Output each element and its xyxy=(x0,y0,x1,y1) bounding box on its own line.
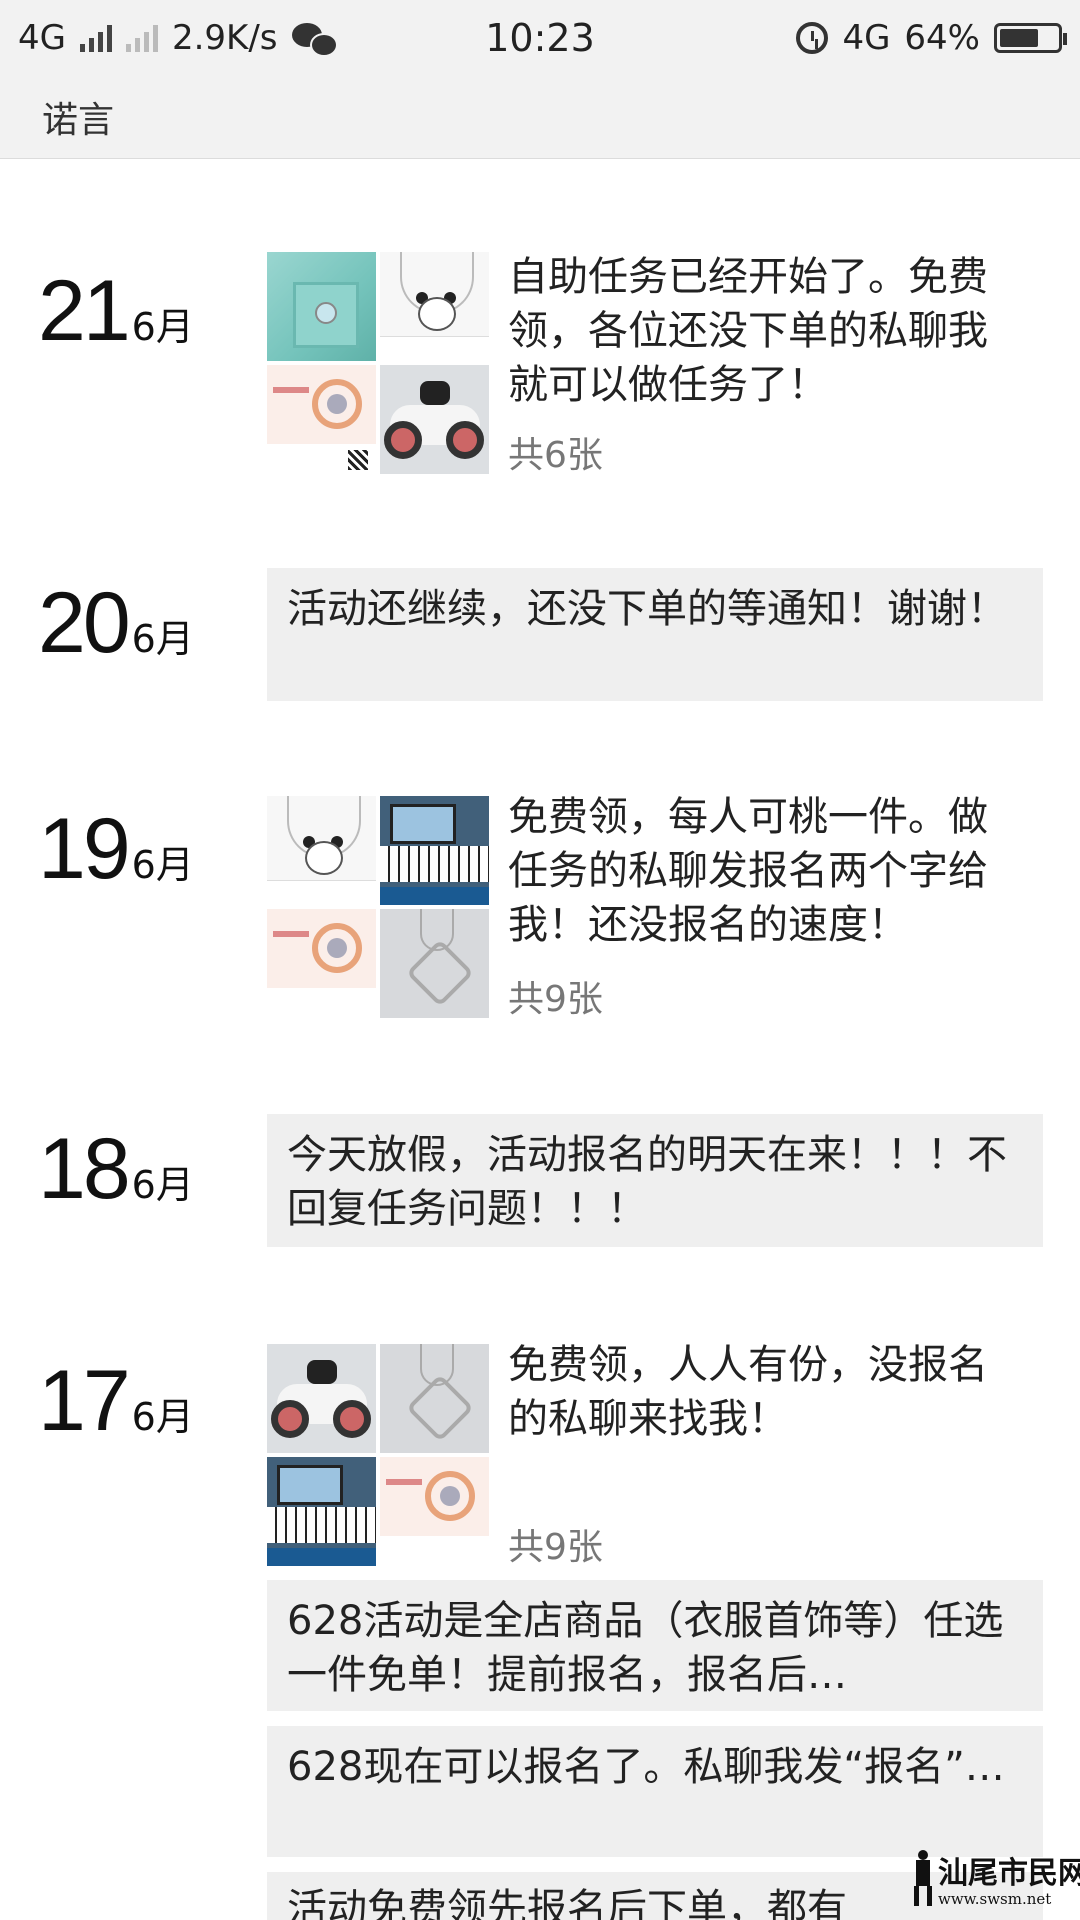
clock: 10:23 xyxy=(485,15,595,60)
post-thumbnail[interactable] xyxy=(267,909,376,1018)
post-day: 21 xyxy=(38,263,131,359)
post-thumbnail[interactable] xyxy=(380,365,489,474)
post-day: 17 xyxy=(38,1353,131,1449)
watermark-title: 汕尾市民网 xyxy=(938,1856,1080,1891)
post-date: 21 6月 xyxy=(38,268,194,354)
person-icon xyxy=(912,1850,934,1906)
post-text: 免费领，每人可桃一件。做任务的私聊发报名两个字给我！还没报名的速度！ xyxy=(508,794,988,948)
post-day: 19 xyxy=(38,801,131,897)
post-text-box[interactable]: 今天放假，活动报名的明天在来！！！不回复任务问题！！！ xyxy=(267,1114,1043,1247)
post-month: 6月 xyxy=(131,1163,194,1207)
wechat-icon xyxy=(291,21,338,57)
site-watermark: 汕尾市民网 www.swsm.net xyxy=(912,1846,1080,1912)
post-month: 6月 xyxy=(131,305,194,349)
post-date: 19 6月 xyxy=(38,806,194,892)
status-left: 4G 2.9K/s xyxy=(18,17,338,58)
post-thumbnail[interactable] xyxy=(267,1344,376,1453)
post-day: 20 xyxy=(38,575,131,671)
alarm-icon xyxy=(796,21,829,54)
post-date: 20 6月 xyxy=(38,580,194,666)
page-title: 诺言 xyxy=(42,99,115,141)
post-thumbnail[interactable] xyxy=(267,252,376,361)
post-month: 6月 xyxy=(131,1395,194,1439)
post-text-box[interactable]: 628活动是全店商品（衣服首饰等）任选一件免单！提前报名，报名后… xyxy=(267,1580,1043,1711)
post-image-grid[interactable] xyxy=(267,1344,489,1566)
post-thumbnail[interactable] xyxy=(267,796,376,905)
signal-strength-secondary-icon xyxy=(125,24,158,52)
post-thumbnail[interactable] xyxy=(380,909,489,1018)
post-date: 17 6月 xyxy=(38,1358,194,1444)
post-thumbnail[interactable] xyxy=(380,1457,489,1566)
post-text: 免费领，人人有份，没报名的私聊来找我！ xyxy=(508,1342,988,1442)
post-day: 18 xyxy=(38,1121,131,1217)
battery-percent: 64% xyxy=(904,17,980,58)
status-bar: 4G 2.9K/s 10:23 4G 64% xyxy=(0,0,1080,75)
post-thumbnail[interactable] xyxy=(267,365,376,474)
post-thumbnail[interactable] xyxy=(380,1344,489,1453)
post-month: 6月 xyxy=(131,843,194,887)
post-text: 自助任务已经开始了。免费领，各位还没下单的私聊我就可以做任务了！ xyxy=(508,254,988,408)
signal-strength-icon xyxy=(79,24,112,52)
image-count: 共9张 xyxy=(508,979,603,1020)
watermark-url: www.swsm.net xyxy=(938,1890,1052,1908)
network-type-right: 4G xyxy=(842,17,891,58)
post-text-box[interactable]: 628现在可以报名了。私聊我发“报名”… xyxy=(267,1726,1043,1857)
post-text-box[interactable]: 活动还继续，还没下单的等通知！谢谢！ xyxy=(267,568,1043,701)
post-image-grid[interactable] xyxy=(267,796,489,1018)
network-type-label: 4G xyxy=(18,17,66,58)
post-text: 628现在可以报名了。私聊我发“报名”… xyxy=(287,1744,1005,1790)
post-thumbnail[interactable] xyxy=(380,796,489,905)
app-header: 诺言 xyxy=(0,75,1080,159)
post-text: 628活动是全店商品（衣服首饰等）任选一件免单！提前报名，报名后… xyxy=(287,1598,1004,1698)
post-thumbnail[interactable] xyxy=(267,1457,376,1566)
battery-icon xyxy=(994,22,1067,53)
post-date: 18 6月 xyxy=(38,1126,194,1212)
image-count: 共9张 xyxy=(508,1527,603,1568)
post-text: 活动还继续，还没下单的等通知！谢谢！ xyxy=(287,586,1007,632)
post-month: 6月 xyxy=(131,617,194,661)
post-image-grid[interactable] xyxy=(267,252,489,474)
post-thumbnail[interactable] xyxy=(380,252,489,361)
status-right: 4G 64% xyxy=(796,17,1067,58)
network-speed: 2.9K/s xyxy=(171,17,278,58)
image-count: 共6张 xyxy=(508,435,603,476)
post-text: 今天放假，活动报名的明天在来！！！不回复任务问题！！！ xyxy=(287,1132,1007,1232)
post-text: 活动免费领先报名后下单，都有 xyxy=(287,1886,847,1920)
